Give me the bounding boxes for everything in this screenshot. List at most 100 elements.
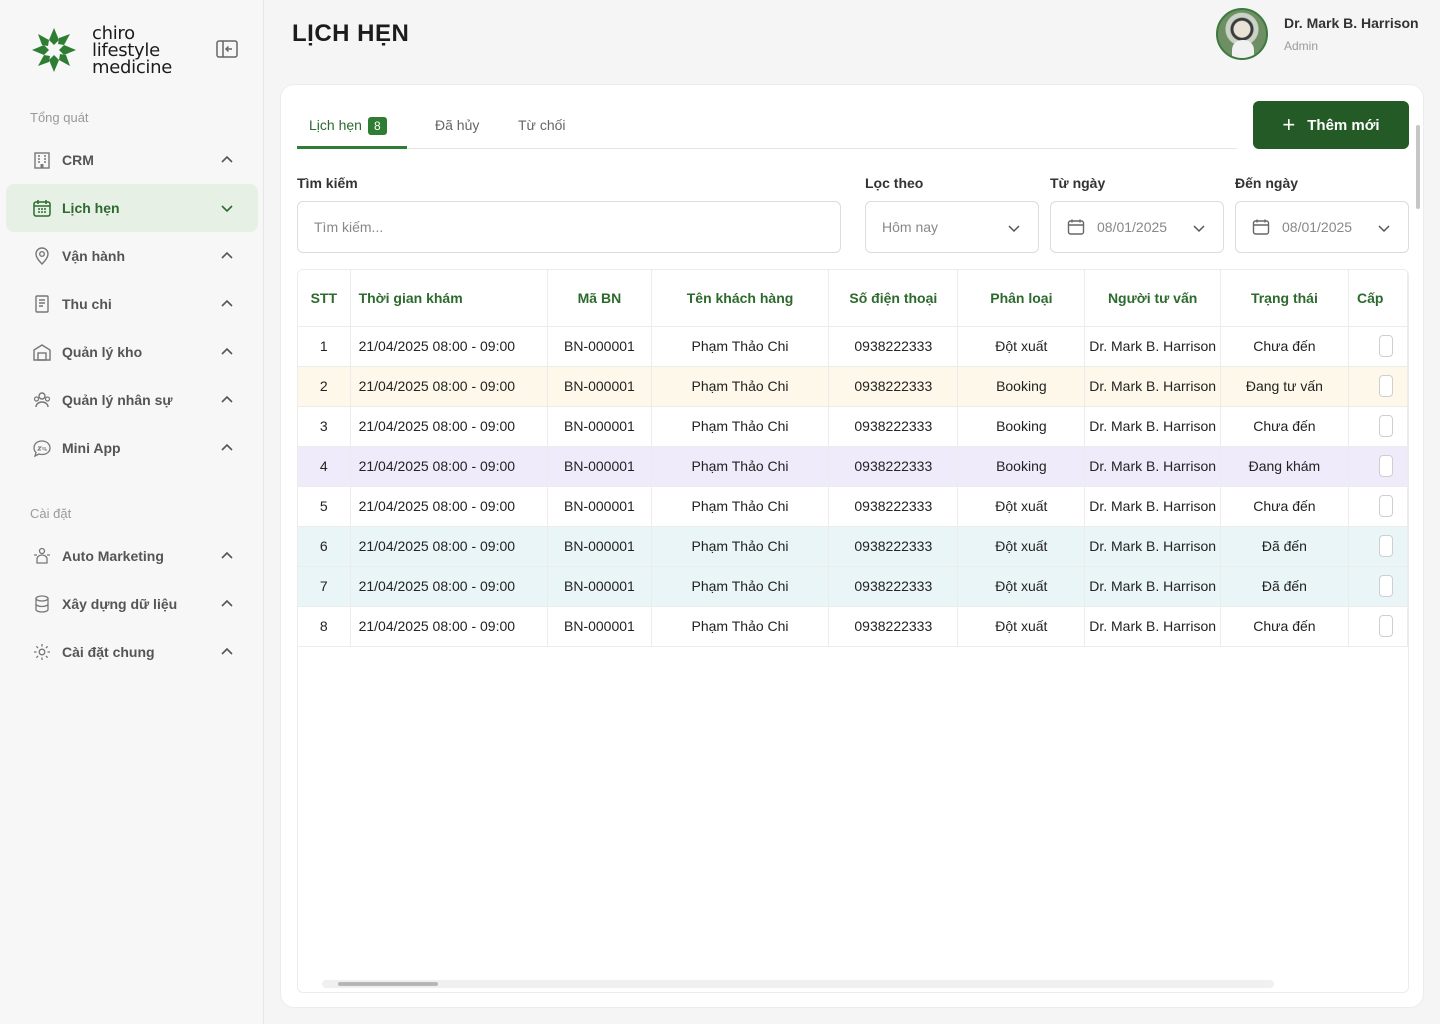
- to-date-value: 08/01/2025: [1282, 219, 1353, 235]
- chevron-down-icon: [221, 205, 233, 213]
- column-header-level[interactable]: Cấp: [1348, 270, 1408, 327]
- chevron-down-icon: [1008, 225, 1020, 233]
- filter-value: Hôm nay: [882, 219, 939, 235]
- search-input[interactable]: Tìm kiếm...: [297, 201, 841, 253]
- tab-appointments[interactable]: Lịch hẹn 8: [309, 117, 387, 135]
- cell-index: 3: [298, 406, 351, 447]
- sidebar-item-auto-marketing[interactable]: Auto Marketing: [6, 532, 258, 580]
- sidebar-item-label: Thu chi: [62, 296, 112, 312]
- cell-patient-id: BN-000001: [547, 406, 652, 447]
- horizontal-scrollbar[interactable]: [322, 980, 1274, 988]
- table-row[interactable]: 1 21/04/2025 08:00 - 09:00 BN-000001 Phạm T…: [298, 326, 1408, 367]
- level-control[interactable]: [1379, 455, 1393, 477]
- cell-status: Đang khám: [1220, 446, 1350, 487]
- to-date-picker[interactable]: 08/01/2025: [1235, 201, 1409, 253]
- sidebar-item-label: Quản lý kho: [62, 344, 143, 360]
- level-control[interactable]: [1379, 375, 1393, 397]
- table-row[interactable]: 3 21/04/2025 08:00 - 09:00 BN-000001 Phạm T…: [298, 406, 1408, 447]
- sidebar-item-appointments[interactable]: Lịch hẹn: [6, 184, 258, 232]
- column-header-consultant[interactable]: Người tư vấn: [1084, 270, 1221, 327]
- user-role: Admin: [1284, 39, 1319, 53]
- cell-consultant: Dr. Mark B. Harrison: [1084, 366, 1221, 407]
- vertical-scrollbar[interactable]: [1416, 125, 1420, 209]
- cell-patient-id: BN-000001: [547, 566, 652, 607]
- chevron-up-icon: [221, 347, 233, 355]
- cell-index: 5: [298, 486, 351, 527]
- building-icon: [32, 150, 52, 170]
- tab-cancelled[interactable]: Đã hủy: [435, 117, 479, 133]
- cell-customer-name: Phạm Thảo Chi: [651, 526, 830, 567]
- active-tab-indicator: [297, 146, 407, 149]
- logo-text: chiro lifestyle medicine: [92, 24, 173, 78]
- cell-customer-name: Phạm Thảo Chi: [651, 606, 830, 647]
- scrollbar-thumb[interactable]: [338, 982, 438, 986]
- sidebar-item-finance[interactable]: Thu chi: [6, 280, 258, 328]
- cell-category: Đột xuất: [957, 526, 1086, 567]
- table-header-row: STT Thời gian khám Mã BN Tên khách hàng …: [298, 270, 1408, 327]
- cell-category: Booking: [957, 366, 1086, 407]
- chevron-up-icon: [221, 251, 233, 259]
- sidebar-item-operations[interactable]: Vận hành: [6, 232, 258, 280]
- chevron-up-icon: [221, 395, 233, 403]
- cell-patient-id: BN-000001: [547, 606, 652, 647]
- search-label: Tìm kiếm: [297, 175, 358, 191]
- cell-status: Chưa đến: [1220, 486, 1350, 527]
- chevron-down-icon: [1378, 225, 1390, 233]
- cell-patient-id: BN-000001: [547, 486, 652, 527]
- sidebar-item-hr[interactable]: Quản lý nhân sự: [6, 376, 258, 424]
- cell-consultant: Dr. Mark B. Harrison: [1084, 526, 1221, 567]
- add-new-button[interactable]: + Thêm mới: [1253, 101, 1409, 149]
- user-profile[interactable]: Dr. Mark B. Harrison Admin: [1216, 8, 1419, 60]
- from-date-picker[interactable]: 08/01/2025: [1050, 201, 1224, 253]
- sidebar-item-label: Quản lý nhân sự: [62, 392, 173, 408]
- column-header-time[interactable]: Thời gian khám: [350, 270, 549, 327]
- column-header-index[interactable]: STT: [298, 270, 351, 327]
- cell-consultant: Dr. Mark B. Harrison: [1084, 326, 1221, 367]
- avatar[interactable]: [1216, 8, 1268, 60]
- column-header-phone[interactable]: Số điện thoại: [828, 270, 959, 327]
- calendar-icon: [32, 198, 52, 218]
- settings-icon: [32, 642, 52, 662]
- table-row[interactable]: 4 21/04/2025 08:00 - 09:00 BN-000001 Phạm T…: [298, 446, 1408, 487]
- level-control[interactable]: [1379, 535, 1393, 557]
- sidebar-item-data-builder[interactable]: Xây dựng dữ liệu: [6, 580, 258, 628]
- cell-time: 21/04/2025 08:00 - 09:00: [350, 526, 549, 567]
- chevron-up-icon: [221, 443, 233, 451]
- sidebar-item-mini-app[interactable]: Mini App: [6, 424, 258, 472]
- sidebar-item-warehouse[interactable]: Quản lý kho: [6, 328, 258, 376]
- add-new-label: Thêm mới: [1307, 116, 1380, 134]
- chevron-up-icon: [221, 647, 233, 655]
- cell-category: Booking: [957, 406, 1086, 447]
- cell-status: Chưa đến: [1220, 606, 1350, 647]
- level-control[interactable]: [1379, 495, 1393, 517]
- level-control[interactable]: [1379, 335, 1393, 357]
- level-control[interactable]: [1379, 575, 1393, 597]
- column-header-customer-name[interactable]: Tên khách hàng: [651, 270, 830, 327]
- column-header-status[interactable]: Trạng thái: [1220, 270, 1350, 327]
- cell-consultant: Dr. Mark B. Harrison: [1084, 446, 1221, 487]
- filter-select[interactable]: Hôm nay: [865, 201, 1039, 253]
- table-row[interactable]: 2 21/04/2025 08:00 - 09:00 BN-000001 Phạm T…: [298, 366, 1408, 407]
- sidebar-item-general-settings[interactable]: Cài đặt chung: [6, 628, 258, 676]
- column-header-patient-id[interactable]: Mã BN: [547, 270, 652, 327]
- tab-label: Lịch hẹn: [309, 117, 362, 133]
- sidebar-item-crm[interactable]: CRM: [6, 136, 258, 184]
- cell-customer-name: Phạm Thảo Chi: [651, 566, 830, 607]
- appointments-table: STT Thời gian khám Mã BN Tên khách hàng …: [297, 269, 1409, 993]
- tab-rejected[interactable]: Từ chối: [518, 117, 566, 133]
- cell-customer-name: Phạm Thảo Chi: [651, 486, 830, 527]
- level-control[interactable]: [1379, 415, 1393, 437]
- level-control[interactable]: [1379, 615, 1393, 637]
- user-name: Dr. Mark B. Harrison: [1284, 15, 1419, 31]
- brand-logo[interactable]: chiro lifestyle medicine: [28, 24, 172, 76]
- table-row[interactable]: 5 21/04/2025 08:00 - 09:00 BN-000001 Phạm T…: [298, 486, 1408, 527]
- cell-phone: 0938222333: [828, 606, 959, 647]
- table-row[interactable]: 6 21/04/2025 08:00 - 09:00 BN-000001 Phạm T…: [298, 526, 1408, 567]
- table-row[interactable]: 8 21/04/2025 08:00 - 09:00 BN-000001 Phạm T…: [298, 606, 1408, 647]
- cell-index: 1: [298, 326, 351, 367]
- filter-label: Lọc theo: [865, 175, 924, 191]
- logo-line-3: medicine: [92, 56, 173, 78]
- collapse-sidebar-icon[interactable]: [216, 40, 238, 58]
- table-row[interactable]: 7 21/04/2025 08:00 - 09:00 BN-000001 Phạm T…: [298, 566, 1408, 607]
- column-header-category[interactable]: Phân loại: [957, 270, 1086, 327]
